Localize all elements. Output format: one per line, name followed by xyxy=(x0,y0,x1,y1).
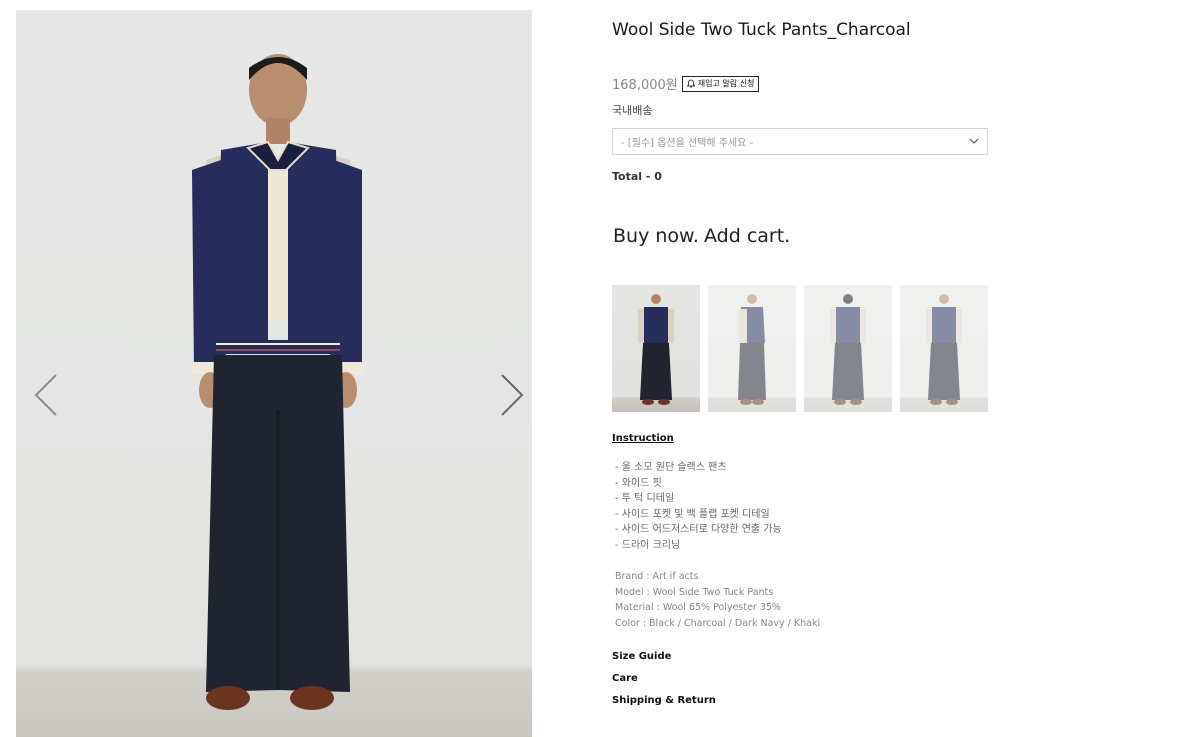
add-cart-button[interactable]: Add cart. xyxy=(704,225,790,247)
list-item: - 드라이 크리닝 xyxy=(615,539,681,551)
gallery-next-button[interactable] xyxy=(492,360,532,430)
thumbnail-figure xyxy=(738,294,766,405)
model-figure xyxy=(192,54,364,710)
buy-now-button[interactable]: Buy now. xyxy=(613,225,699,247)
option-select[interactable]: - [필수] 옵션을 선택해 주세요 - xyxy=(612,128,988,155)
list-item: - 투 턱 디테일 xyxy=(615,493,675,504)
shipping-type: 국내배송 xyxy=(612,104,653,117)
thumbnail-side[interactable] xyxy=(708,285,796,412)
list-item: - 사이드 어드저스터로 다양한 연출 가능 xyxy=(615,524,782,535)
spec-list: Brand : Art if acts Model : Wool Side Tw… xyxy=(615,569,820,631)
list-item: - 와이드 핏 xyxy=(615,477,662,489)
restock-alert-button[interactable]: 재입고 알림 신청 xyxy=(681,75,760,92)
feature-list: - 울 소모 원단 슬랙스 팬츠 - 와이드 핏 - 투 턱 디테일 - 사이드… xyxy=(615,460,782,553)
option-select-placeholder: - [필수] 옵션을 선택해 주세요 - xyxy=(621,138,754,149)
thumbnail-figure xyxy=(926,294,962,405)
thumbnail-figure xyxy=(638,294,674,405)
product-title: Wool Side Two Tuck Pants_Charcoal xyxy=(612,20,911,40)
spec-material: Material : Wool 65% Polyester 35% xyxy=(615,602,781,613)
spec-brand: Brand : Art if acts xyxy=(615,571,699,582)
chevron-right-icon xyxy=(501,374,524,416)
bell-icon xyxy=(686,79,695,88)
spec-model: Model : Wool Side Two Tuck Pants xyxy=(615,586,774,598)
list-item: - 사이드 포켓 및 백 플랩 포켓 디테일 xyxy=(615,508,770,520)
list-item: - 울 소모 원단 슬랙스 팬츠 xyxy=(615,462,727,473)
price-row: 168,000원 재입고 알림 신청 xyxy=(612,74,760,93)
thumbnail-strip xyxy=(612,285,988,412)
size-guide-link[interactable]: Size Guide xyxy=(612,651,671,662)
care-link[interactable]: Care xyxy=(612,673,638,684)
restock-alert-label: 재입고 알림 신청 xyxy=(697,79,755,88)
thumbnail-front-alt[interactable] xyxy=(900,285,988,412)
total-price: Total - 0 xyxy=(612,170,662,183)
chevron-down-icon xyxy=(969,138,979,144)
gallery-prev-button[interactable] xyxy=(26,360,66,430)
chevron-left-icon xyxy=(34,374,57,416)
instruction-heading: Instruction xyxy=(612,433,674,444)
product-price: 168,000원 xyxy=(612,78,678,93)
spec-color: Color : Black / Charcoal / Dark Navy / K… xyxy=(615,617,821,629)
thumbnail-back[interactable] xyxy=(804,285,892,412)
thumbnail-figure xyxy=(830,294,866,405)
thumbnail-front[interactable] xyxy=(612,285,700,412)
main-product-image xyxy=(16,10,532,737)
shipping-return-link[interactable]: Shipping & Return xyxy=(612,695,716,706)
